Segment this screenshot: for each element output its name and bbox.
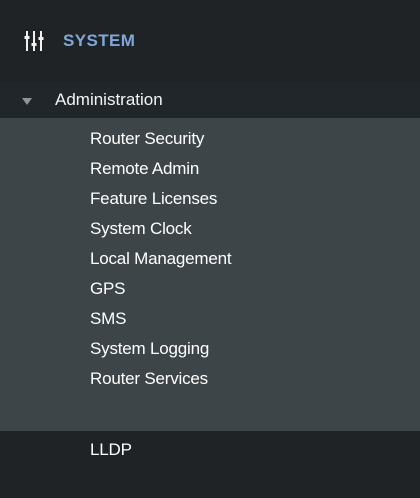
sidebar-item-label: SMS [90,309,127,328]
group-label: Administration [55,90,163,109]
section-title: SYSTEM [63,31,136,50]
administration-submenu: Router Security Remote Admin Feature Lic… [0,118,420,431]
sidebar-item-label: Router Security [90,129,205,148]
sidebar-item-label: GPS [90,279,126,298]
sidebar-item-router-security[interactable]: Router Security [0,124,420,154]
sidebar-item-label: Feature Licenses [90,189,218,208]
system-sidebar: SYSTEM Administration Router Security Re… [0,0,420,498]
sidebar-item-sms[interactable]: SMS [0,304,420,334]
sidebar-item-label: LLDP [90,440,132,459]
system-section-header[interactable]: SYSTEM [0,0,420,82]
sidebar-item-label: Remote Admin [90,159,200,178]
sidebar-item-feature-licenses[interactable]: Feature Licenses [0,184,420,214]
sidebar-item-gps[interactable]: GPS [0,274,420,304]
chevron-down-icon [22,97,32,105]
administration-group[interactable]: Administration [0,82,420,118]
sidebar-item-label: Router Services [90,369,208,388]
sliders-icon [23,30,45,52]
sidebar-item-remote-admin[interactable]: Remote Admin [0,154,420,184]
sidebar-item-label: System Logging [90,339,210,358]
sidebar-item-lldp[interactable]: LLDP [0,431,420,467]
sidebar-item-system-logging[interactable]: System Logging [0,334,420,364]
sidebar-item-router-services[interactable]: Router Services [0,364,420,394]
sidebar-item-label: Local Management [90,249,232,268]
sidebar-item-system-clock[interactable]: System Clock [0,214,420,244]
sidebar-item-label: System Clock [90,219,192,238]
sidebar-item-local-management[interactable]: Local Management [0,244,420,274]
